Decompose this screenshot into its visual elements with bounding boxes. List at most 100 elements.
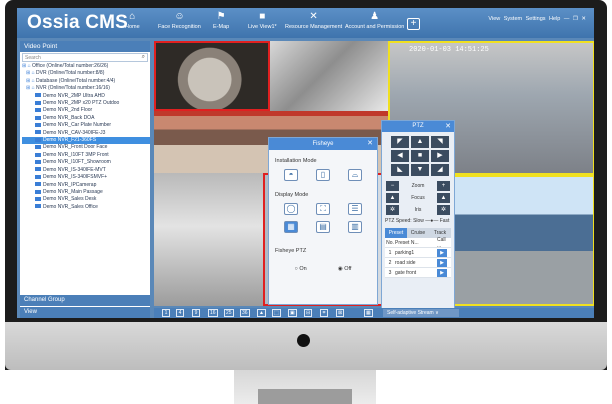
restore-icon[interactable]: ❐ (573, 16, 578, 22)
tree-camera-item[interactable]: Demo NVR_2MP x20 PTZ Outdoo (22, 100, 150, 107)
video-tile-4[interactable] (154, 173, 263, 306)
layout-36-button[interactable]: 36 (240, 309, 250, 317)
focus-near-button[interactable]: ▲ (386, 193, 399, 203)
ptz-left-button[interactable]: ◀ (391, 150, 409, 162)
ptz-down-left-button[interactable]: ◣ (391, 164, 409, 176)
tree-camera-item[interactable]: Demo NVR_I10FT 3MP Front (22, 152, 150, 159)
close-icon[interactable]: ✕ (445, 121, 451, 132)
close-icon[interactable]: ✕ (581, 16, 586, 22)
nav-resource-management[interactable]: ✕ Resource Management (285, 11, 342, 30)
fullscreen-icon[interactable]: ⬚ (272, 309, 281, 317)
tree-camera-item[interactable]: Demo NVR_Main Passage (22, 189, 150, 196)
video-tile-2[interactable] (270, 41, 388, 111)
minimize-icon[interactable]: — (564, 16, 570, 22)
close-icon[interactable]: ✕ (367, 138, 373, 150)
nav-account-permission[interactable]: ♟ Account and Permission (345, 11, 404, 30)
call-preset-icon[interactable]: ▶ (437, 248, 447, 257)
ptz-up-left-button[interactable]: ◤ (391, 136, 409, 148)
audio-icon[interactable]: ⊠ (336, 309, 345, 317)
tree-camera-item[interactable]: Demo NVR_Back DOA (22, 115, 150, 122)
quad-view-icon[interactable]: ▦ (284, 221, 298, 233)
tree-camera-item[interactable]: Demo NVR_IPCamerap (22, 182, 150, 189)
fisheye-ptz-off-radio[interactable]: ◉ Off (338, 266, 352, 272)
call-preset-icon[interactable]: ▶ (437, 268, 447, 277)
fisheye-ptz-on-radio[interactable]: ○ On (295, 266, 307, 272)
nav-label: Resource Management (285, 24, 343, 30)
record-icon[interactable]: ⌗ (320, 309, 328, 317)
iris-close-button[interactable]: ✲ (386, 205, 399, 215)
tree-camera-item[interactable]: Demo NVR_F21-360FS (22, 137, 150, 145)
radio-label-on: On (299, 266, 307, 272)
nav-e-map[interactable]: ⚑ E-Map (213, 11, 229, 30)
close-all-icon[interactable]: ⊟ (304, 309, 313, 317)
custom-layout-icon[interactable]: ▲ (257, 309, 266, 317)
menu-help[interactable]: Help (549, 16, 560, 22)
tree-group-item[interactable]: ⊞ ⌂ NVR (Online/Total number:16/16) (22, 85, 150, 92)
layout-25-button[interactable]: 25 (224, 309, 234, 317)
iris-open-button[interactable]: ✲ (436, 205, 450, 215)
stream-settings-icon[interactable]: ▦ (364, 309, 373, 317)
fisheye-view-icon[interactable]: ◯ (284, 203, 298, 215)
search-input[interactable]: Search ⌕ (22, 53, 148, 62)
ceiling-mount-icon[interactable]: ◓ (284, 169, 298, 181)
folder-icon: ⊞ ⌂ (26, 77, 36, 84)
ptz-down-button[interactable]: ▼ (411, 164, 429, 176)
ptz-down-right-button[interactable]: ◢ (431, 164, 449, 176)
multi-view-icon[interactable]: ▥ (348, 221, 362, 233)
table-row[interactable]: 2 road side ▶ (385, 258, 451, 268)
tree-group-item[interactable]: ⊞ ⌂ Database (Online/Total number:4/4) (22, 78, 150, 85)
ptz-right-button[interactable]: ▶ (431, 150, 449, 162)
add-tab-button[interactable]: + (407, 18, 420, 30)
tree-camera-item[interactable]: Demo NVR_Sales Desk (22, 196, 150, 203)
tree-camera-item[interactable]: Demo NVR_2MP Ultra AHD (22, 93, 150, 100)
tree-group-item[interactable]: ⊞ ⌂ Office (Online/Total number:26/26) (22, 63, 150, 70)
search-icon[interactable]: ⌕ (142, 54, 145, 61)
ptz-up-button[interactable]: ▲ (411, 136, 429, 148)
layout-9-button[interactable]: 9 (192, 309, 200, 317)
tree-item-label: Demo NVR_Car Plate Number (43, 122, 112, 129)
layout-1-button[interactable]: 1 (162, 309, 170, 317)
tree-camera-item[interactable]: Demo NVR_CAV-340IFE-J3 (22, 130, 150, 137)
call-preset-icon[interactable]: ▶ (437, 258, 447, 267)
camera-icon (35, 145, 41, 150)
iris-control: ✲ Iris ✲ (382, 204, 454, 216)
camera-icon (35, 108, 41, 113)
menu-settings[interactable]: Settings (526, 16, 546, 22)
zoom-control: − Zoom + (382, 180, 454, 192)
zoom-in-button[interactable]: + (437, 181, 450, 191)
menu-system[interactable]: System (504, 16, 522, 22)
tree-group-item[interactable]: ⊞ ⌂ DVR (Online/Total number:8/8) (22, 70, 150, 77)
nav-home[interactable]: ⌂ Home (125, 11, 140, 30)
tree-camera-item[interactable]: Demo NVR_2nd Floor (22, 107, 150, 114)
stream-type-select[interactable]: Self-adaptive Stream ∨ (383, 309, 459, 317)
table-row[interactable]: 1 parking1 ▶ (385, 248, 451, 258)
tree-camera-item[interactable]: Demo NVR_Car Plate Number (22, 122, 150, 129)
tree-camera-item[interactable]: Demo NVR_IS-340IFSMVF+ (22, 174, 150, 181)
double-panorama-icon[interactable]: ▤ (316, 221, 330, 233)
tree-camera-item[interactable]: Demo NVR_Sales Office (22, 204, 150, 211)
tree-camera-item[interactable]: Demo NVR_Front Door Face (22, 144, 150, 151)
snapshot-icon[interactable]: ▣ (288, 309, 297, 317)
ptz-center-button[interactable]: ■ (411, 150, 429, 162)
menu-view[interactable]: View (488, 16, 500, 22)
desk-mount-icon[interactable]: ⌓ (348, 169, 362, 181)
zoom-out-button[interactable]: − (386, 181, 399, 191)
split-view-icon[interactable]: ☰ (348, 203, 362, 215)
layout-16-button[interactable]: 16 (208, 309, 218, 317)
panorama-view-icon[interactable]: ⛶ (316, 203, 330, 215)
wall-mount-icon[interactable]: ▯ (316, 169, 330, 181)
tree-camera-item[interactable]: Demo NVR_I10FT_Showroom (22, 159, 150, 166)
nav-face-recognition[interactable]: ☺ Face Recognition (158, 11, 201, 30)
tab-preset[interactable]: Preset (385, 228, 407, 238)
ptz-up-right-button[interactable]: ◥ (431, 136, 449, 148)
table-row[interactable]: 3 gate front ▶ (385, 268, 451, 278)
tree-camera-item[interactable]: Demo NVR_IS-340IFE-MVT (22, 167, 150, 174)
tab-cruise[interactable]: Cruise (407, 228, 429, 238)
channel-group-panel[interactable]: Channel Group (20, 295, 150, 306)
sidebar-header[interactable]: Video Point (20, 41, 150, 52)
nav-live-view[interactable]: ■ Live View1* (248, 11, 277, 30)
view-panel[interactable]: View (20, 307, 150, 318)
focus-far-button[interactable]: ▲ (437, 193, 450, 203)
layout-4-button[interactable]: 4 (176, 309, 184, 317)
ptz-speed-slider[interactable]: PTZ Speed: Slow —●— Fast (382, 216, 454, 226)
